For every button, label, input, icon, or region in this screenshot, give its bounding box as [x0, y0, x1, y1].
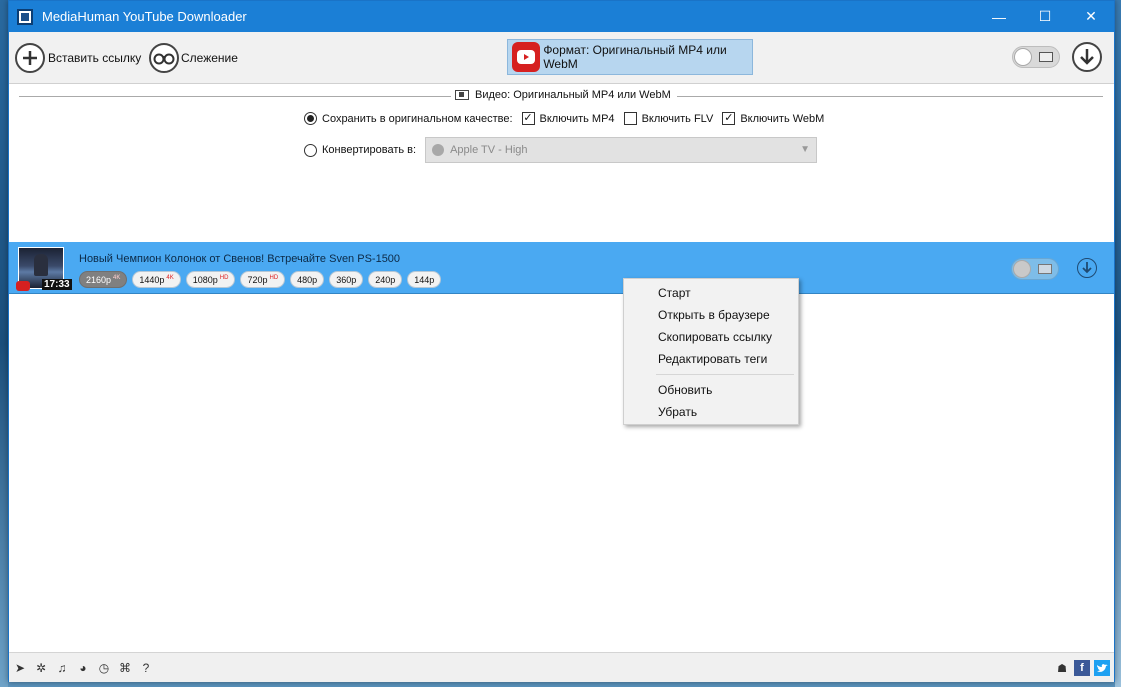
send-icon[interactable]: ➤	[13, 661, 27, 675]
quality-badge: 4K	[166, 274, 174, 281]
close-button[interactable]: ✕	[1068, 1, 1114, 32]
paste-link-label: Вставить ссылку	[48, 51, 142, 65]
quality-chip[interactable]: 240p	[368, 271, 403, 288]
quality-badge: 4K	[113, 274, 121, 281]
item-auto-download-toggle[interactable]	[1011, 258, 1059, 280]
toggle-knob	[1013, 260, 1031, 278]
plus-icon	[15, 43, 45, 73]
quality-chip[interactable]: 360p	[329, 271, 364, 288]
youtube-icon	[512, 42, 541, 72]
quality-chip[interactable]: 1440p 4K	[132, 271, 181, 288]
save-original-radio[interactable]	[304, 112, 317, 125]
format-label: Формат: Оригинальный MP4 или WebM	[543, 43, 727, 71]
menu-item-open-browser[interactable]: Открыть в браузере	[624, 304, 798, 326]
include-webm-label: Включить WebM	[740, 112, 825, 125]
menu-item-copy-link[interactable]: Скопировать ссылку	[624, 326, 798, 348]
menu-separator	[656, 374, 794, 375]
video-list-item[interactable]: 17:33 Новый Чемпион Колонок от Свенов! В…	[9, 242, 1114, 294]
quality-badge: HD	[269, 274, 279, 281]
desktop-background-left	[0, 0, 8, 687]
toolbar: Вставить ссылку Слежение Формат: Оригина…	[9, 32, 1114, 84]
facebook-icon[interactable]: f	[1074, 660, 1090, 676]
apple-icon	[432, 144, 445, 156]
format-button[interactable]: Формат: Оригинальный MP4 или WebM	[507, 39, 753, 75]
music-icon[interactable]: ♫	[55, 661, 69, 675]
tracking-button[interactable]: Слежение	[149, 38, 238, 78]
divider	[677, 96, 1103, 97]
convert-row: Конвертировать в: Apple TV - High ▼	[304, 137, 818, 163]
app-window: MediaHuman YouTube Downloader — ☐ ✕ Вста…	[8, 0, 1115, 682]
quality-chip[interactable]: 480p	[290, 271, 325, 288]
auto-download-toggle[interactable]	[1012, 46, 1060, 68]
snail-icon[interactable]: ◕	[76, 661, 90, 675]
convert-label: Конвертировать в:	[322, 144, 417, 156]
window-title: MediaHuman YouTube Downloader	[42, 9, 247, 24]
binoculars-icon[interactable]: ⌘	[118, 661, 132, 675]
quality-chip[interactable]: 720p HD	[240, 271, 286, 288]
menu-item-start[interactable]: Старт	[624, 282, 798, 304]
film-icon	[1039, 52, 1053, 62]
download-arrow-icon	[1082, 262, 1092, 274]
binoculars-icon	[149, 43, 179, 73]
quality-chip-label: 480p	[297, 274, 318, 285]
quality-chip-label: 144p	[414, 274, 435, 285]
convert-preset-value: Apple TV - High	[450, 144, 528, 156]
minimize-button[interactable]: —	[976, 1, 1022, 32]
include-mp4-checkbox[interactable]: ✓	[521, 112, 535, 125]
clock-icon[interactable]: ◷	[97, 661, 111, 675]
video-film-icon	[455, 90, 469, 100]
tracking-label: Слежение	[181, 51, 238, 65]
robot-icon[interactable]: ☗	[1054, 660, 1070, 676]
menu-item-refresh[interactable]: Обновить	[624, 379, 798, 401]
desktop-background-right	[1115, 0, 1121, 687]
app-icon	[17, 8, 33, 25]
section-title: Видео: Оригинальный MP4 или WebM	[475, 89, 671, 101]
toggle-knob	[1014, 48, 1032, 66]
quality-chip-label: 720p	[247, 274, 268, 285]
twitter-icon[interactable]	[1094, 660, 1110, 676]
film-icon	[1038, 264, 1052, 274]
quality-chip-label: 2160p	[86, 274, 112, 285]
thumbnail-figure	[34, 254, 48, 276]
chevron-down-icon: ▼	[800, 144, 811, 155]
video-thumbnail: 17:33	[16, 247, 72, 291]
download-arrow-icon	[1080, 49, 1094, 65]
include-mp4-label: Включить MP4	[539, 112, 615, 125]
quality-chip[interactable]: 2160p 4K	[79, 271, 128, 288]
quality-badge: HD	[219, 274, 229, 281]
quality-chip[interactable]: 144p	[407, 271, 442, 288]
paste-link-button[interactable]: Вставить ссылку	[15, 38, 141, 78]
convert-preset-select[interactable]: Apple TV - High ▼	[425, 137, 818, 163]
item-download-button[interactable]	[1077, 258, 1097, 278]
save-original-label: Сохранить в оригинальном качестве:	[322, 112, 513, 125]
help-icon[interactable]: ?	[139, 661, 153, 675]
context-menu: Старт Открыть в браузере Скопировать ссы…	[623, 278, 799, 425]
quality-chip[interactable]: 1080p HD	[185, 271, 236, 288]
save-original-row: Сохранить в оригинальном качестве: ✓ Вкл…	[304, 112, 824, 125]
download-all-button[interactable]	[1072, 42, 1102, 72]
include-webm-checkbox[interactable]: ✓	[722, 112, 736, 125]
quality-chip-label: 1080p	[192, 274, 218, 285]
maximize-button[interactable]: ☐	[1022, 1, 1068, 32]
format-settings-panel: Видео: Оригинальный MP4 или WebM Сохрани…	[9, 84, 1114, 242]
download-list-empty-area	[9, 295, 1114, 651]
title-bar[interactable]: MediaHuman YouTube Downloader — ☐ ✕	[9, 1, 1114, 32]
video-duration: 17:33	[42, 279, 72, 290]
menu-item-remove[interactable]: Убрать	[624, 401, 798, 423]
quality-chip-label: 240p	[375, 274, 396, 285]
quality-chip-label: 360p	[336, 274, 357, 285]
status-bar: ➤ ✲ ♫ ◕ ◷ ⌘ ? ☗ f	[9, 652, 1114, 682]
convert-radio[interactable]	[304, 143, 317, 157]
section-header: Видео: Оригинальный MP4 или WebM	[455, 89, 671, 101]
quality-chip-label: 1440p	[139, 274, 165, 285]
menu-item-edit-tags[interactable]: Редактировать теги	[624, 348, 798, 370]
settings-icon[interactable]: ✲	[34, 661, 48, 675]
video-title: Новый Чемпион Колонок от Свенов! Встреча…	[79, 253, 401, 265]
include-flv-checkbox[interactable]	[623, 112, 637, 125]
divider	[19, 96, 451, 97]
quality-chips: 2160p 4K 1440p 4K 1080p HD 720p HD 480p 360p 240p 1…	[79, 271, 442, 288]
youtube-mini-icon	[16, 281, 30, 291]
include-flv-label: Включить FLV	[641, 112, 714, 125]
